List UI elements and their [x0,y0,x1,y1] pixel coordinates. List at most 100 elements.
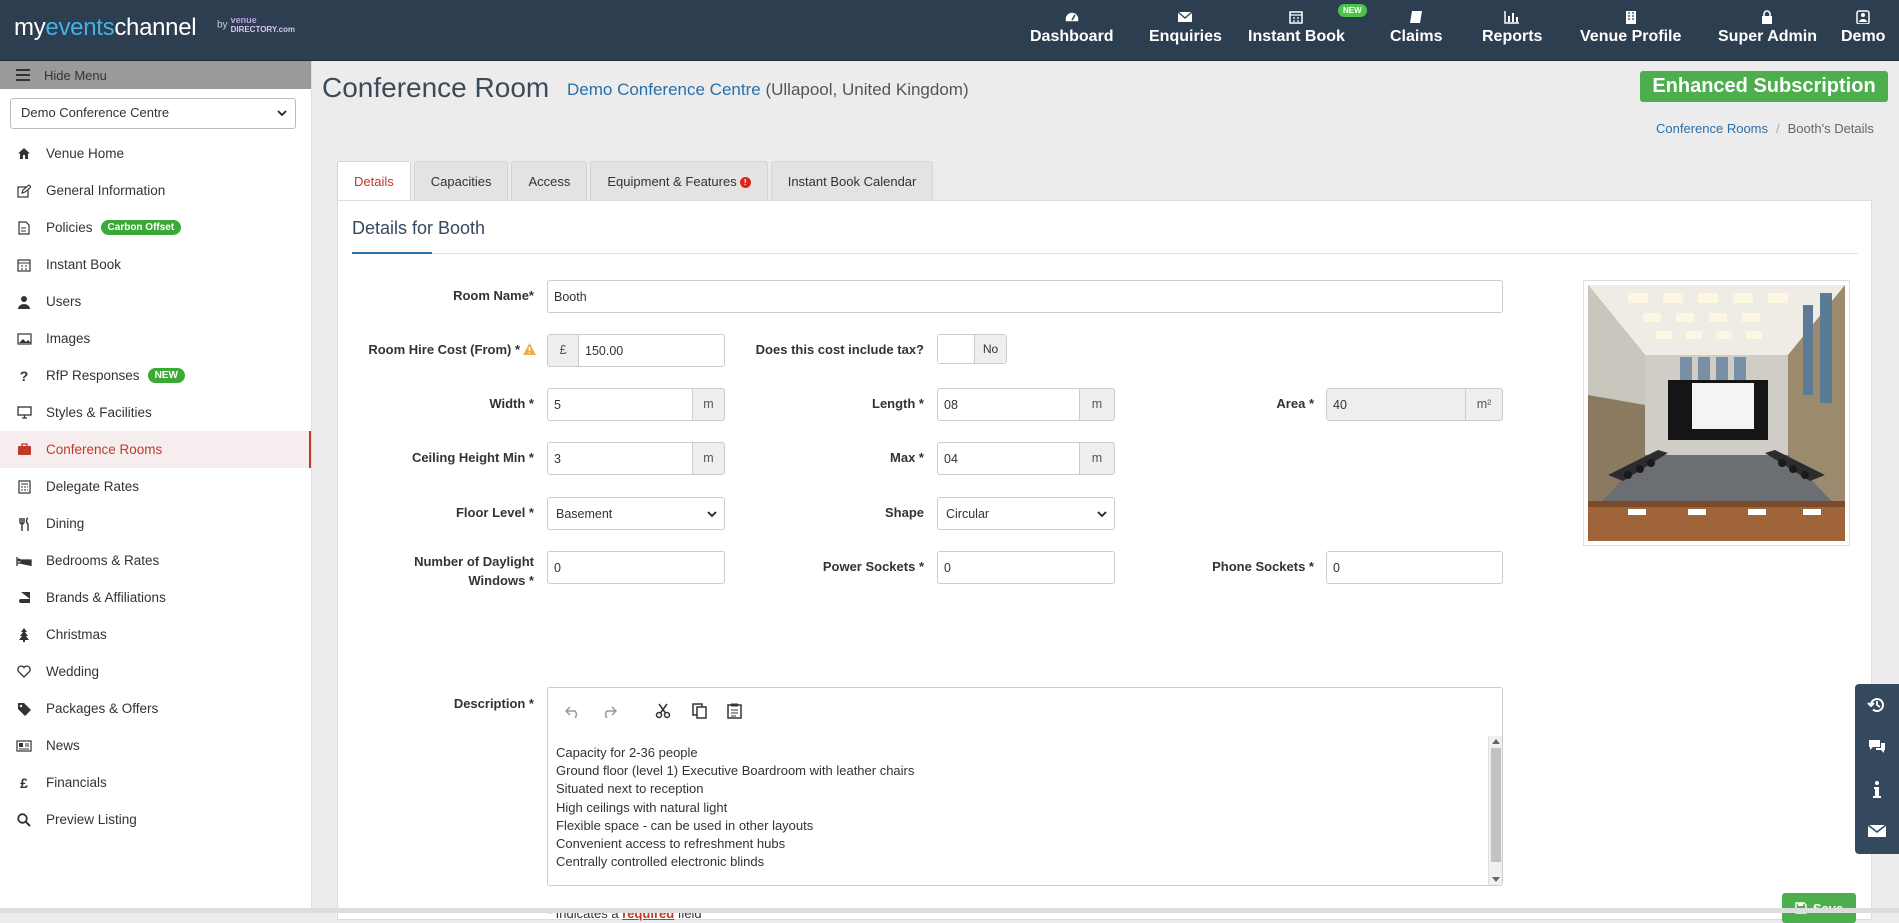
sidebar-item-financials[interactable]: £ Financials [0,764,311,801]
bed-icon [16,553,32,569]
nav-venue-profile[interactable]: Venue Profile [1580,10,1681,50]
monitor-icon [16,405,32,421]
power-sockets-label: Power Sockets * [822,559,924,574]
scrollbar-thumb[interactable] [1491,748,1501,862]
hide-menu-button[interactable]: Hide Menu [0,61,311,89]
room-name-input[interactable]: Booth [547,280,1503,313]
scroll-up-icon [1492,739,1500,744]
tab-details[interactable]: Details [337,161,411,201]
editor-scrollbar[interactable] [1488,736,1502,885]
sidebar-item-dining[interactable]: Dining [0,505,311,542]
document-icon [16,220,32,236]
tab-equipment-features[interactable]: Equipment & Features! [590,161,768,201]
heart-icon [16,664,32,680]
nav-enquiries[interactable]: Enquiries [1149,10,1222,50]
tax-toggle[interactable]: No [937,334,1007,364]
tab-instant-book-calendar[interactable]: Instant Book Calendar [770,161,934,201]
sidebar-item-general-information[interactable]: General Information [0,172,311,209]
nav-reports[interactable]: Reports [1482,10,1542,50]
description-textarea[interactable]: Capacity for 2-36 people Ground floor (l… [548,736,1488,885]
sidebar-item-images[interactable]: Images [0,320,311,357]
edit-icon [16,183,32,199]
sidebar-item-venue-home[interactable]: Venue Home [0,135,311,172]
undo-icon[interactable] [562,700,584,722]
room-photo-image [1588,285,1845,541]
floor-level-select[interactable]: Basement [547,497,725,530]
subscription-badge[interactable]: Enhanced Subscription [1640,71,1888,102]
copy-icon[interactable] [688,700,710,722]
area-unit: m² [1465,388,1503,421]
sidebar-item-conference-rooms[interactable]: Conference Rooms [0,431,311,468]
venue-select[interactable]: Demo Conference Centre [10,98,296,129]
calendar-icon [16,257,32,273]
area-label: Area * [1276,396,1314,411]
hire-cost-input[interactable]: 150.00 [578,334,725,367]
length-unit: m [1079,388,1115,421]
sidebar-item-policies[interactable]: Policies Carbon Offset [0,209,311,246]
nav-instant-book[interactable]: NEW Instant Book [1248,4,1367,50]
floor-level-label: Floor Level * [455,505,534,520]
dashboard-icon [1064,11,1080,23]
info-icon[interactable] [1855,768,1899,810]
carbon-offset-badge: Carbon Offset [100,220,182,235]
chat-icon[interactable] [1855,726,1899,768]
sidebar-item-styles-facilities[interactable]: Styles & Facilities [0,394,311,431]
shape-select[interactable]: Circular [937,497,1115,530]
home-icon [16,146,32,162]
paste-icon[interactable] [723,700,745,722]
venue-link[interactable]: Demo Conference Centre [567,80,761,99]
sidebar-item-christmas[interactable]: Christmas [0,616,311,653]
warning-triangle-icon [523,343,536,355]
page-title: Conference Room [322,72,550,103]
phone-sockets-input[interactable]: 0 [1326,551,1503,584]
warning-icon: ! [739,177,751,188]
sidebar-item-bedrooms-rates[interactable]: Bedrooms & Rates [0,542,311,579]
sidebar-item-news[interactable]: News [0,727,311,764]
room-photo[interactable] [1583,280,1850,546]
nav-super-admin[interactable]: Super Admin [1718,10,1817,50]
venue-heading: Demo Conference Centre (Ullapool, United… [567,80,969,99]
cut-icon[interactable] [652,700,674,722]
sidebar-item-wedding[interactable]: Wedding [0,653,311,690]
redo-icon[interactable] [598,700,620,722]
sidebar: Hide Menu Demo Conference Centre Venue H… [0,61,312,913]
width-input[interactable]: 5 [547,388,693,421]
tree-icon [16,627,32,643]
calendar-icon [1289,11,1304,24]
new-badge: NEW [1338,4,1367,17]
breadcrumb-conference-rooms[interactable]: Conference Rooms [1656,121,1768,136]
nav-demo-user[interactable]: Demo [1841,10,1885,50]
daylight-windows-input[interactable]: 0 [547,551,725,584]
phone-sockets-label: Phone Sockets * [1212,559,1314,574]
sidebar-item-brands-affiliations[interactable]: Brands & Affiliations [0,579,311,616]
sidebar-item-delegate-rates[interactable]: Delegate Rates [0,468,311,505]
tab-capacities[interactable]: Capacities [413,161,509,201]
tab-access[interactable]: Access [511,161,588,201]
nav-dashboard[interactable]: Dashboard [1030,10,1114,50]
ceiling-min-unit: m [692,442,725,475]
question-icon: ? [19,367,29,384]
main-content: Conference Room Demo Conference Centre (… [313,61,1899,923]
area-input: 40 [1326,388,1466,421]
bar-chart-icon [1504,11,1520,24]
logo[interactable]: myeventschannel [14,14,197,42]
user-icon [16,294,32,310]
sidebar-item-packages-offers[interactable]: Packages & Offers [0,690,311,727]
history-icon[interactable] [1855,684,1899,726]
email-icon[interactable] [1855,810,1899,852]
sidebar-item-preview-listing[interactable]: Preview Listing [0,801,311,838]
ceiling-max-label: Max * [890,450,924,465]
chevron-down-icon [707,511,717,518]
sidebar-item-instant-book[interactable]: Instant Book [0,246,311,283]
nav-claims[interactable]: Claims [1390,10,1442,50]
ceiling-max-input[interactable]: 04 [937,442,1080,475]
power-sockets-input[interactable]: 0 [937,551,1115,584]
divider-accent [352,252,432,254]
horizontal-scrollbar[interactable] [0,908,1899,913]
shape-label: Shape [884,505,924,520]
logo-byline: by venue DIRECTORY.com [217,15,296,35]
length-input[interactable]: 08 [937,388,1080,421]
sidebar-item-users[interactable]: Users [0,283,311,320]
sidebar-item-rfp-responses[interactable]: ? RfP Responses NEW [0,357,311,394]
ceiling-min-input[interactable]: 3 [547,442,693,475]
